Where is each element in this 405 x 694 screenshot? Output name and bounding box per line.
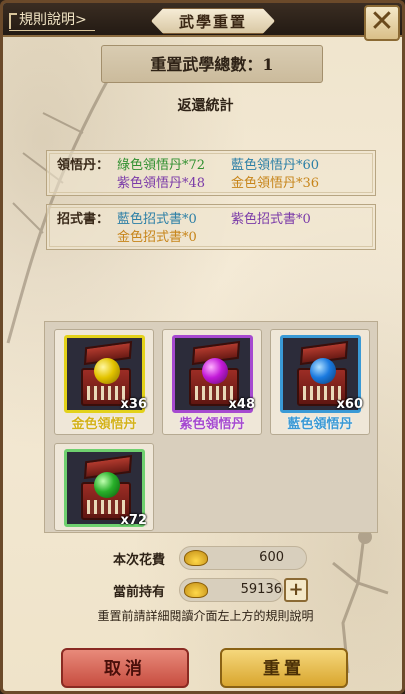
plus-icon: + (288, 579, 304, 600)
reward-qty: x48 (228, 397, 255, 412)
reward-card-gold[interactable]: x36 金色領悟丹 (54, 329, 154, 435)
spend-label: 本次花費 (113, 553, 166, 568)
gold-ingot-icon (184, 582, 208, 598)
dialog-title: 武學重置 (151, 8, 275, 34)
scroll-label: 招式書： (57, 212, 110, 227)
close-icon: ✕ (369, 4, 395, 39)
close-button[interactable]: ✕ (364, 5, 400, 41)
purple-pill-count: 紫色領悟丹*48 (117, 176, 206, 191)
gold-pill-count: 金色領悟丹*36 (231, 176, 320, 191)
reward-name: 紫色領悟丹 (179, 417, 245, 432)
return-stats-heading: 返還統計 (177, 98, 234, 114)
rules-link[interactable]: 規則說明> (9, 9, 95, 31)
holding-row: 當前持有 59136 + (3, 578, 402, 602)
blue-scroll-count: 藍色招式書*0 (117, 212, 197, 227)
add-currency-button[interactable]: + (284, 578, 308, 602)
pill-label: 領悟丹： (57, 158, 110, 173)
reward-name: 藍色領悟丹 (287, 417, 353, 432)
pill-return-box: 領悟丹： 綠色領悟丹*72 藍色領悟丹*60 紫色領悟丹*48 金色領悟丹*36 (46, 150, 376, 196)
reward-qty: x36 (120, 397, 147, 412)
green-pill-count: 綠色領悟丹*72 (117, 158, 206, 173)
blue-pill-count: 藍色領悟丹*60 (231, 158, 320, 173)
reset-button[interactable]: 重置 (220, 648, 348, 688)
spend-value: 600 (259, 550, 284, 565)
gold-ingot-icon (184, 550, 208, 566)
cost-row: 本次花費 600 (3, 546, 402, 570)
reward-card-green[interactable]: x72 (54, 443, 154, 531)
reward-card-blue[interactable]: x60 藍色領悟丹 (270, 329, 370, 435)
hold-label: 當前持有 (113, 585, 166, 600)
reward-card-purple[interactable]: x48 紫色領悟丹 (162, 329, 262, 435)
reward-name: 金色領悟丹 (71, 417, 137, 432)
hold-value: 59136 (240, 582, 282, 597)
scroll-return-box: 招式書： 藍色招式書*0 紫色招式書*0 金色招式書*0 (46, 204, 376, 250)
purple-scroll-count: 紫色招式書*0 (231, 212, 311, 227)
gold-scroll-count: 金色招式書*0 (117, 230, 197, 245)
reset-total-count: 重置武學總數：1 (101, 45, 323, 83)
spend-pill: 600 (179, 546, 307, 570)
reward-grid: x36 金色領悟丹 x48 紫色領悟丹 x60 藍色領悟丹 x72 (44, 321, 378, 533)
hold-pill: 59136 (179, 578, 283, 602)
reset-dialog: 規則說明> 武學重置 ✕ 重置武學總數：1 返還統計 領悟丹： 綠色領悟丹*72… (0, 0, 405, 694)
reward-qty: x60 (336, 397, 363, 412)
rules-note: 重置前請詳細閱讀介面左上方的規則說明 (97, 609, 314, 623)
reward-qty: x72 (120, 513, 147, 528)
cancel-button[interactable]: 取消 (61, 648, 189, 688)
